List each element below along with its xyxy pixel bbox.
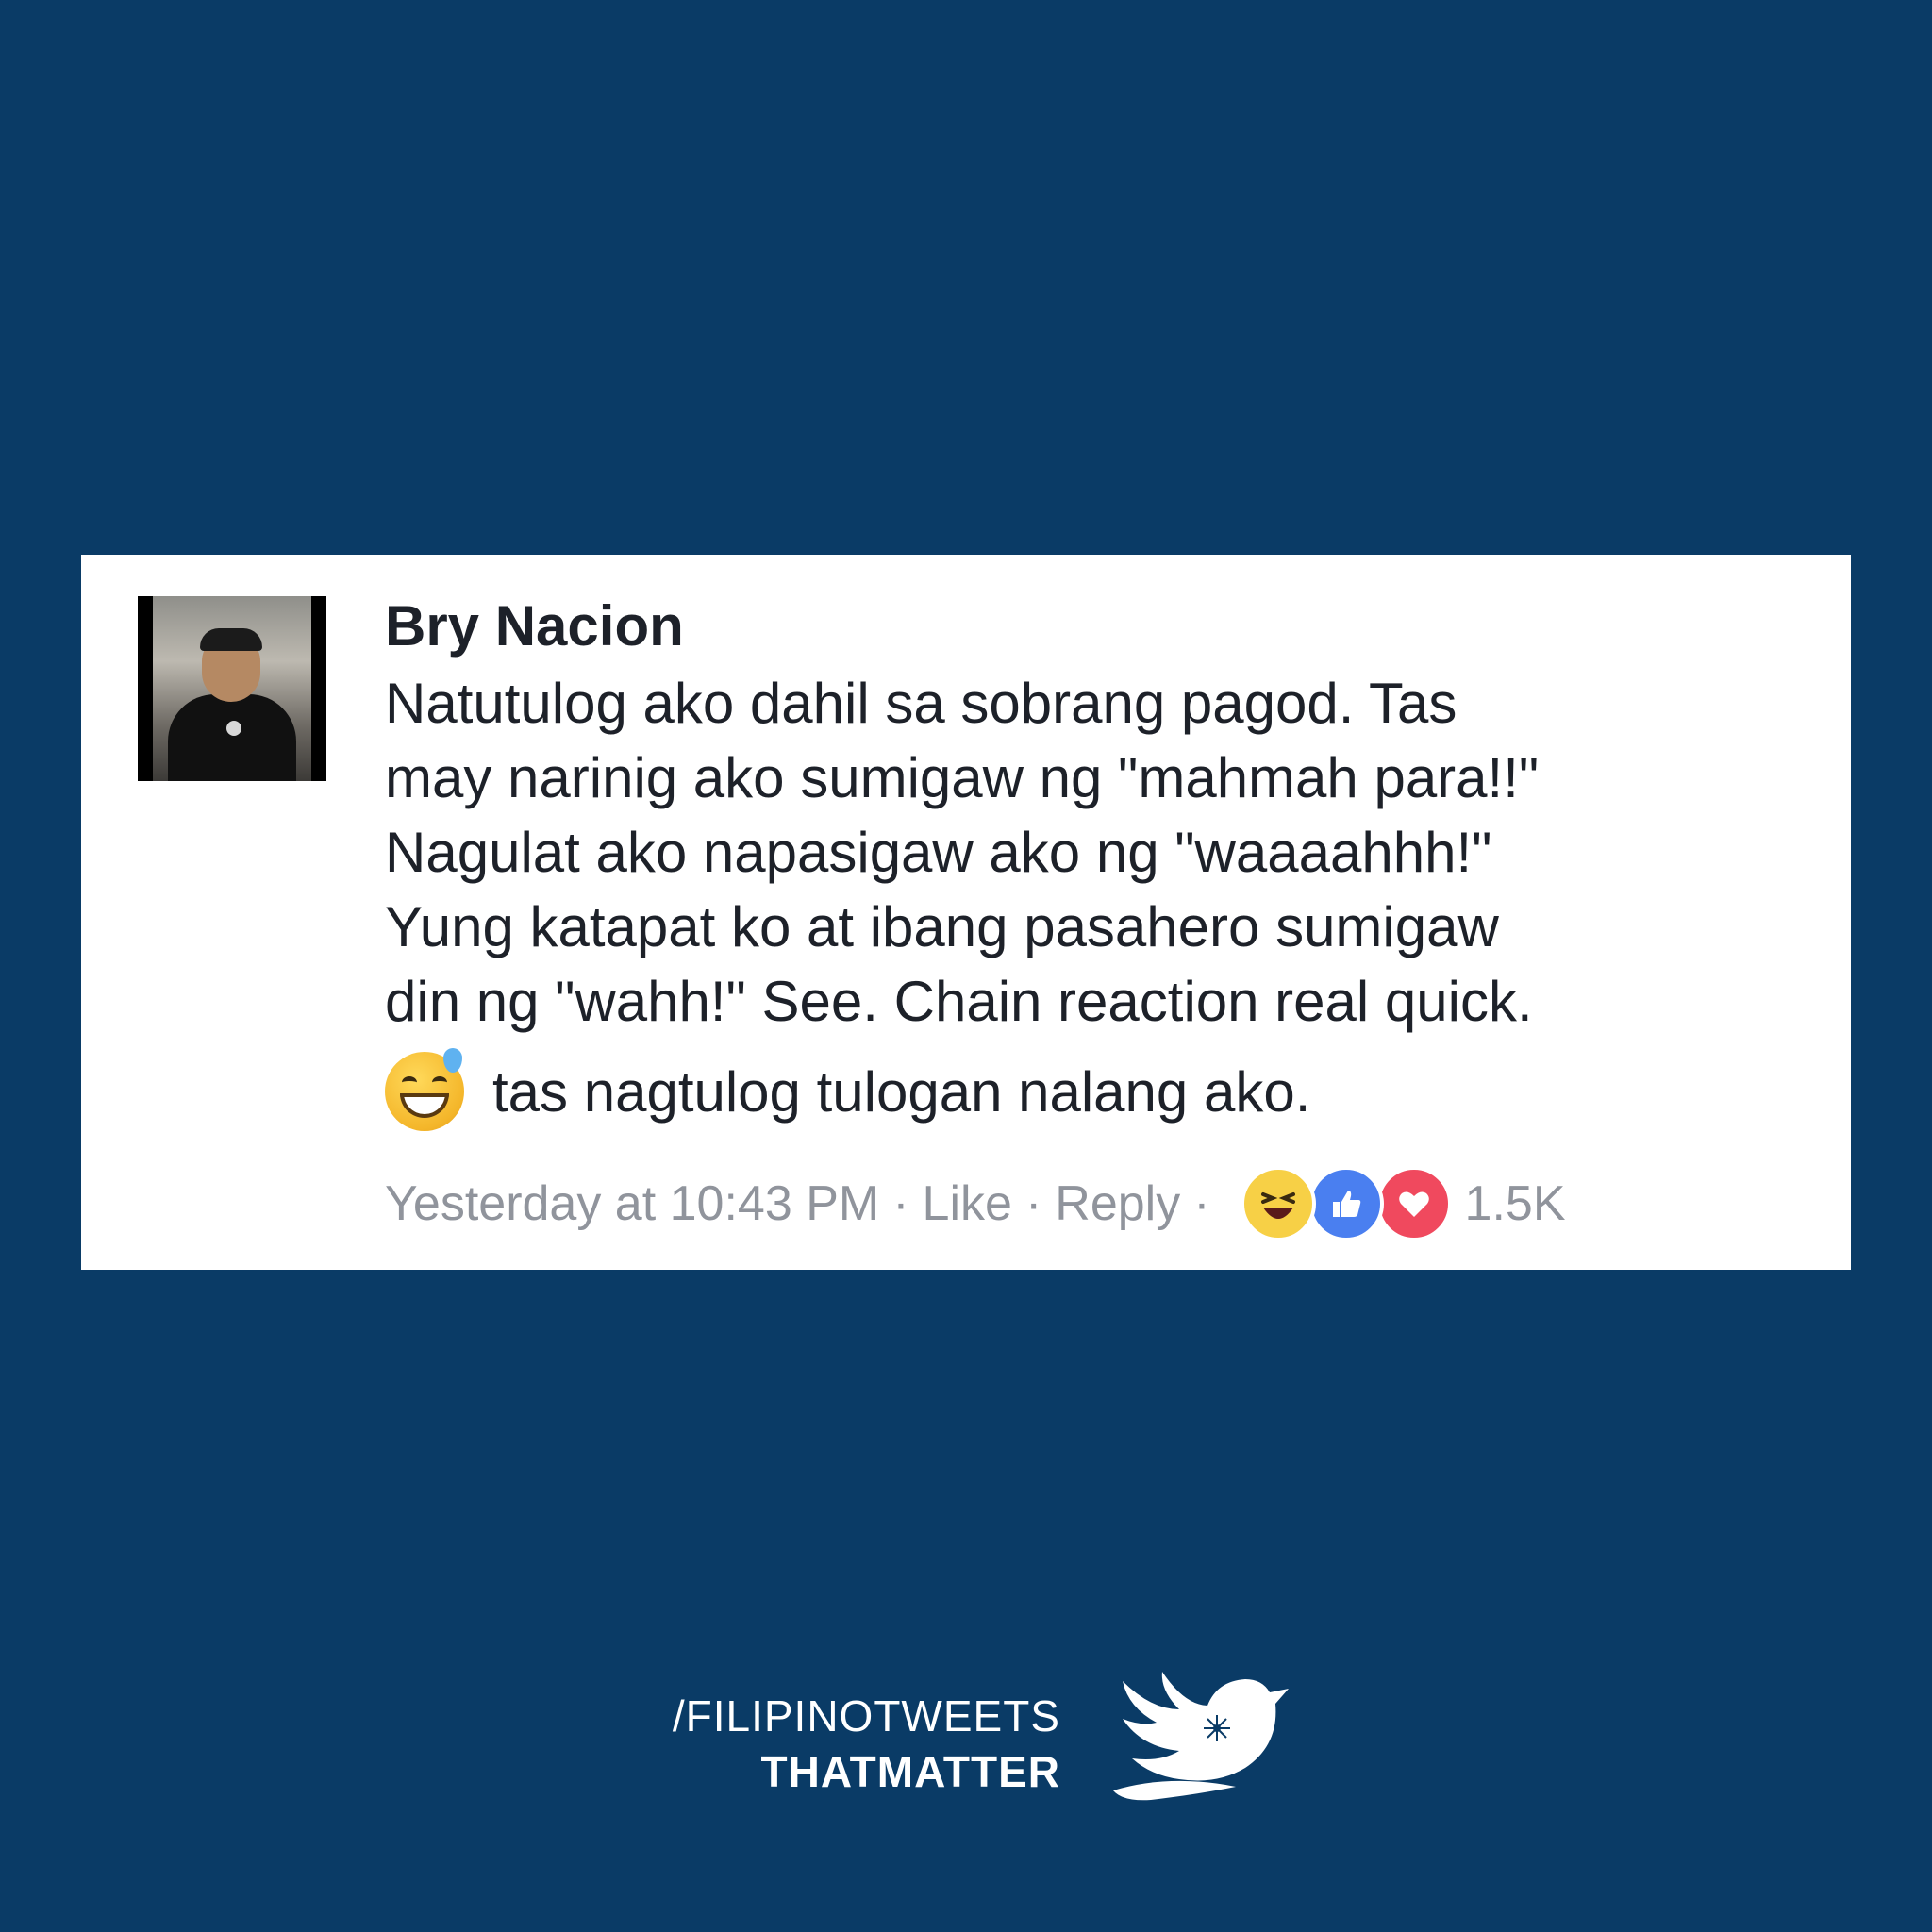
comment-meta: Yesterday at 10:43 PM · Like · Reply · 1… [385, 1166, 1566, 1241]
reaction-count: 1.5K [1464, 1176, 1566, 1231]
comment-line: may narinig ako sumigaw ng "mahmah para!… [385, 746, 1540, 809]
avatar-hair [200, 628, 262, 651]
bird-logo-icon [1113, 1672, 1289, 1801]
author-name[interactable]: Bry Nacion [385, 592, 1819, 660]
comment-extra: tas nagtulog tulogan nalang ako. [385, 1048, 1819, 1131]
grinning-sweat-emoji-icon [385, 1048, 464, 1131]
timestamp[interactable]: Yesterday at 10:43 PM [385, 1175, 879, 1232]
separator-dot: · [1193, 1176, 1210, 1231]
like-link[interactable]: Like [923, 1175, 1012, 1232]
comment-line: Yung katapat ko at ibang pasahero sumiga… [385, 895, 1499, 958]
comment-line: din ng "wahh!" See. Chain reaction real … [385, 970, 1533, 1033]
like-icon [1307, 1166, 1384, 1241]
comment-line: Nagulat ako napasigaw ako ng "waaaahhh!" [385, 821, 1492, 884]
reply-link[interactable]: Reply [1055, 1175, 1180, 1232]
comment-content: Bry Nacion Natutulog ako dahil sa sobran… [385, 592, 1819, 1131]
brand-line1: /FILIPINOTWEETS [672, 1691, 1060, 1740]
comment-card: Bry Nacion Natutulog ako dahil sa sobran… [81, 555, 1851, 1270]
haha-icon [1240, 1166, 1316, 1241]
separator-dot: · [892, 1176, 909, 1231]
separator-dot: · [1024, 1176, 1042, 1231]
brand-logo-text: /FILIPINOTWEETS THATMATTER [655, 1689, 1060, 1800]
brand-line2: THATMATTER [760, 1747, 1060, 1796]
love-icon [1375, 1166, 1452, 1241]
comment-line: Natutulog ako dahil sa sobrang pagod. Ta… [385, 672, 1457, 735]
avatar-body [168, 694, 296, 781]
avatar[interactable] [138, 596, 326, 781]
comment-extra-text: tas nagtulog tulogan nalang ako. [492, 1059, 1311, 1124]
avatar-shirt-logo [226, 721, 242, 736]
reactions-summary[interactable]: 1.5K [1240, 1166, 1566, 1241]
